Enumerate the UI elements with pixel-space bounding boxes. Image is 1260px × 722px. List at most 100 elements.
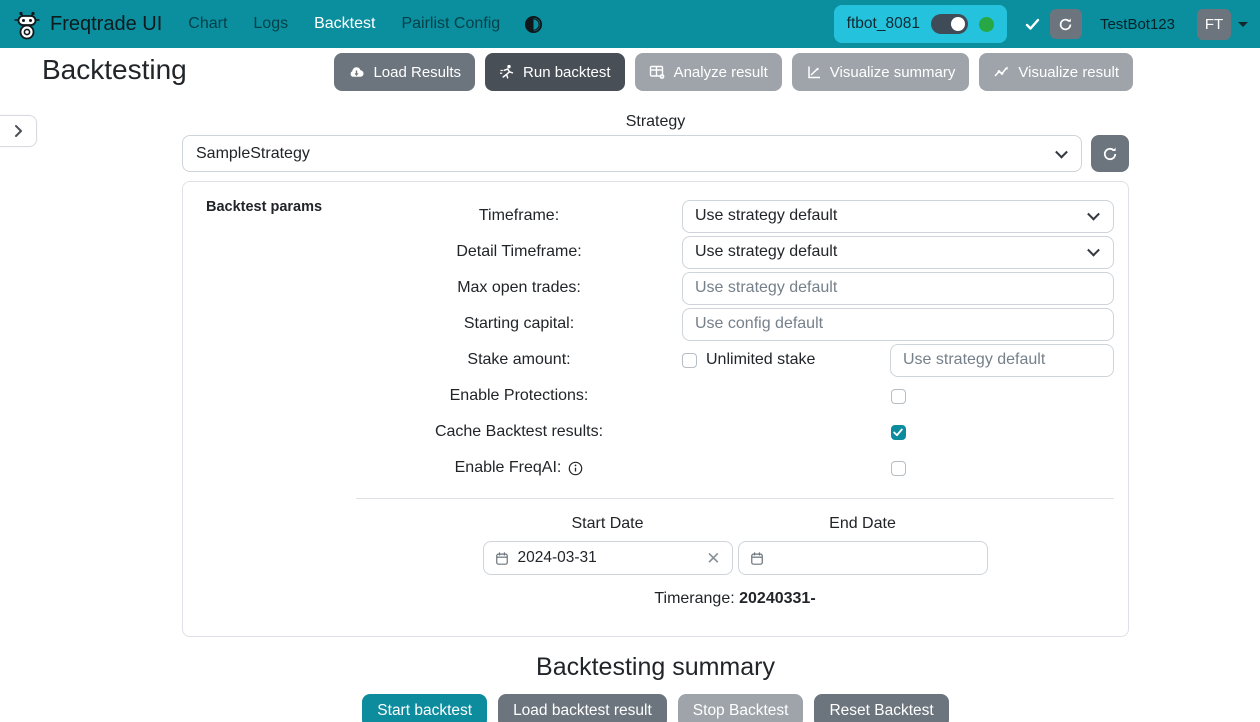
bot-selector[interactable]: ftbot_8081 <box>834 5 1007 43</box>
toggle-knob <box>951 17 965 31</box>
start-date-value: 2024-03-31 <box>518 549 597 567</box>
max-open-trades-label: Max open trades: <box>356 279 682 297</box>
avatar: FT <box>1197 9 1231 40</box>
backtest-params-panel: Backtest params Timeframe: Use strategy … <box>182 181 1129 637</box>
run-backtest-button[interactable]: Run backtest <box>485 53 625 91</box>
run-icon <box>499 64 515 80</box>
chevron-right-icon <box>14 124 23 138</box>
panel-title: Backtest params <box>206 199 322 215</box>
stake-amount-input[interactable] <box>890 344 1114 377</box>
global-refresh-button[interactable] <box>1050 9 1082 39</box>
load-results-button[interactable]: Load Results <box>334 53 475 91</box>
sidebar-expand-button[interactable] <box>0 115 37 147</box>
load-results-label: Load Results <box>373 64 461 81</box>
analyze-result-label: Analyze result <box>674 64 768 81</box>
chevron-down-icon <box>1238 22 1248 27</box>
timerange-label: Timerange: <box>654 590 734 607</box>
timeframe-row: Timeframe: Use strategy default <box>356 198 1114 234</box>
visualize-result-label: Visualize result <box>1018 64 1119 81</box>
summary-buttons: Start backtest Load backtest result Stop… <box>182 694 1129 722</box>
bot-name: ftbot_8081 <box>847 15 920 33</box>
visualize-summary-label: Visualize summary <box>830 64 956 81</box>
freqtrade-robot-logo-icon <box>12 8 42 40</box>
enable-freqai-checkbox[interactable] <box>891 461 906 476</box>
brand[interactable]: Freqtrade UI <box>12 8 162 40</box>
page-title: Backtesting <box>42 53 187 87</box>
table-gear-icon <box>649 64 666 80</box>
backtesting-page: Freqtrade UI Chart Logs Backtest Pairlis… <box>0 0 1260 722</box>
top-navbar: Freqtrade UI Chart Logs Backtest Pairlis… <box>0 0 1260 48</box>
unlimited-stake-checkbox[interactable] <box>682 353 697 368</box>
start-backtest-button[interactable]: Start backtest <box>362 694 487 722</box>
visualize-result-button[interactable]: Visualize result <box>979 53 1133 91</box>
nav-link-backtest[interactable]: Backtest <box>314 15 375 33</box>
user-menu-button[interactable]: FT <box>1197 9 1248 40</box>
logged-in-username: TestBot123 <box>1100 16 1175 33</box>
analyze-result-button[interactable]: Analyze result <box>635 53 782 91</box>
chevron-down-icon <box>1087 208 1100 221</box>
timerange-value: 20240331- <box>739 590 816 607</box>
timerange-display: Timerange: 20240331- <box>356 590 1114 608</box>
reset-backtest-button[interactable]: Reset Backtest <box>814 694 948 722</box>
chevron-down-icon <box>1087 244 1100 257</box>
nav-link-pairlist-config[interactable]: Pairlist Config <box>401 15 500 33</box>
calendar-icon <box>495 551 509 566</box>
scatter-chart-icon <box>993 64 1010 80</box>
cache-backtest-results-checkbox[interactable] <box>891 425 906 440</box>
timeframe-value: Use strategy default <box>695 207 837 225</box>
nav-link-chart[interactable]: Chart <box>188 15 227 33</box>
load-backtest-result-button[interactable]: Load backtest result <box>498 694 667 722</box>
backtest-setup-section: Strategy SampleStrategy Backtest params <box>182 113 1129 722</box>
stop-backtest-button[interactable]: Stop Backtest <box>678 694 804 722</box>
detail-timeframe-row: Detail Timeframe: Use strategy default <box>356 234 1114 270</box>
enable-protections-checkbox[interactable] <box>891 389 906 404</box>
chevron-down-icon <box>1055 145 1068 158</box>
starting-capital-input[interactable] <box>682 308 1114 341</box>
run-backtest-label: Run backtest <box>523 64 611 81</box>
cache-backtest-results-label: Cache Backtest results: <box>356 423 682 441</box>
detail-timeframe-label: Detail Timeframe: <box>356 243 682 261</box>
info-icon[interactable] <box>568 461 583 476</box>
visualize-summary-button[interactable]: Visualize summary <box>792 53 970 91</box>
stake-amount-row: Stake amount: Unlimited stake <box>356 342 1114 378</box>
app-title: Freqtrade UI <box>50 13 162 36</box>
detail-timeframe-select[interactable]: Use strategy default <box>682 236 1114 269</box>
divider <box>356 498 1114 499</box>
end-date-label: End Date <box>738 515 988 533</box>
backtesting-summary-title: Backtesting summary <box>182 653 1129 682</box>
timeframe-select[interactable]: Use strategy default <box>682 200 1114 233</box>
bot-toggle[interactable] <box>931 14 968 34</box>
enable-protections-label: Enable Protections: <box>356 387 682 405</box>
cache-backtest-results-row: Cache Backtest results: <box>356 414 1114 450</box>
nav-links: Chart Logs Backtest Pairlist Config <box>188 15 500 33</box>
enable-freqai-row: Enable FreqAI: <box>356 450 1114 486</box>
refresh-icon <box>1058 17 1073 32</box>
theme-toggle-button[interactable] <box>524 15 543 34</box>
enable-protections-row: Enable Protections: <box>356 378 1114 414</box>
strategy-select[interactable]: SampleStrategy <box>182 135 1082 172</box>
unlimited-stake-label: Unlimited stake <box>706 351 815 369</box>
refresh-icon <box>1102 146 1118 162</box>
date-range-block: Start Date End Date <box>483 515 988 575</box>
detail-timeframe-value: Use strategy default <box>695 243 837 261</box>
max-open-trades-input[interactable] <box>682 272 1114 305</box>
start-date-input[interactable]: 2024-03-31 ✕ <box>483 541 733 575</box>
cloud-download-icon <box>348 65 365 80</box>
enable-freqai-label-text: Enable FreqAI: <box>455 459 562 477</box>
start-date-label: Start Date <box>483 515 733 533</box>
check-icon <box>1025 18 1040 31</box>
enable-freqai-label: Enable FreqAI: <box>356 459 682 477</box>
starting-capital-row: Starting capital: <box>356 306 1114 342</box>
navbar-right: ftbot_8081 TestBot123 FT <box>834 5 1248 43</box>
strategy-label: Strategy <box>182 113 1129 131</box>
strategy-selected-value: SampleStrategy <box>196 145 310 163</box>
end-date-input[interactable] <box>738 541 988 575</box>
strategy-select-row: SampleStrategy <box>182 135 1129 172</box>
strategy-refresh-button[interactable] <box>1091 135 1129 172</box>
nav-link-logs[interactable]: Logs <box>253 15 288 33</box>
line-chart-icon <box>806 64 822 80</box>
backtest-params-form: Timeframe: Use strategy default Detail T… <box>356 198 1114 608</box>
clear-date-icon[interactable]: ✕ <box>706 550 720 567</box>
header-buttons: Load Results Run backtest <box>334 53 1133 91</box>
page-header: Backtesting Load Results <box>0 48 1260 91</box>
